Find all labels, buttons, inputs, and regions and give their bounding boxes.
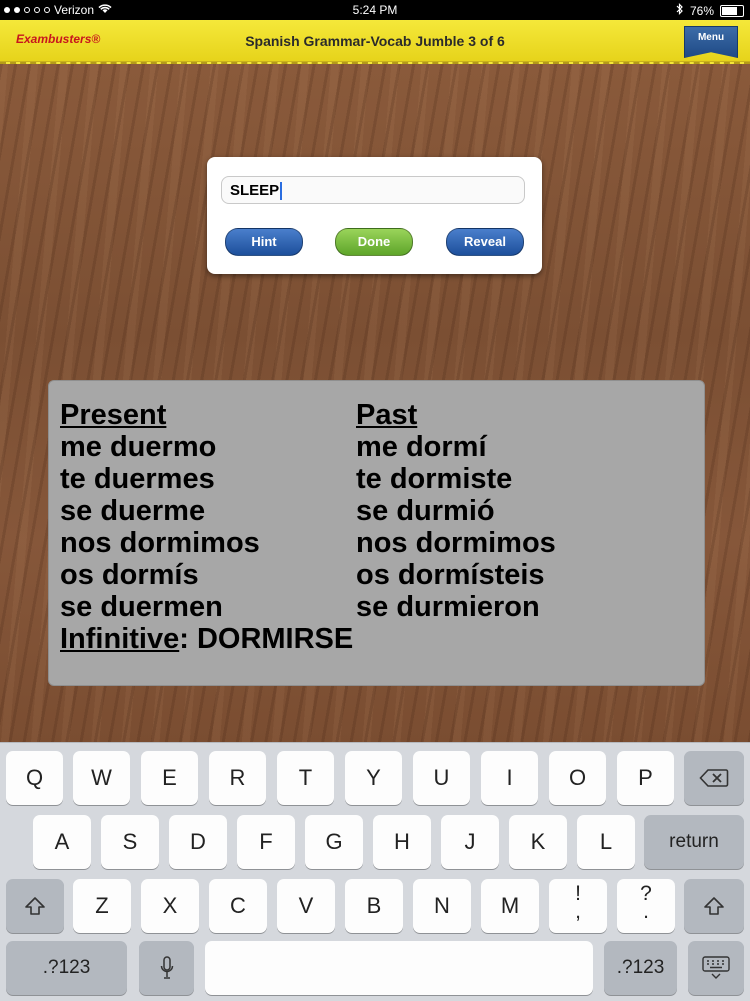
- key-p[interactable]: P: [617, 751, 674, 805]
- key-n[interactable]: N: [413, 879, 471, 933]
- past-form: se durmieron: [356, 591, 540, 623]
- answer-input[interactable]: SLEEP: [221, 176, 525, 204]
- space-bar[interactable]: [205, 941, 593, 995]
- present-column: Present me duermo te duermes se duerme n…: [60, 399, 353, 655]
- battery-icon: [720, 4, 744, 17]
- infinitive-value: : DORMIRSE: [179, 623, 354, 655]
- key-k[interactable]: K: [509, 815, 567, 869]
- key-h[interactable]: H: [373, 815, 431, 869]
- microphone-icon: [160, 956, 173, 979]
- hint-button[interactable]: Hint: [225, 228, 303, 256]
- key-g[interactable]: G: [305, 815, 363, 869]
- bluetooth-icon: [676, 3, 684, 18]
- key-b[interactable]: B: [345, 879, 403, 933]
- status-time: 5:24 PM: [352, 3, 398, 17]
- app-header: Exambusters® Spanish Grammar-Vocab Jumbl…: [0, 20, 750, 64]
- past-form: nos dormimos: [356, 527, 556, 559]
- present-form: me duermo: [60, 431, 217, 463]
- key-s[interactable]: S: [101, 815, 159, 869]
- key-exclamation-comma[interactable]: !,: [549, 879, 607, 933]
- key-w[interactable]: W: [73, 751, 130, 805]
- keyboard-dismiss-icon: [702, 956, 730, 979]
- key-j[interactable]: J: [441, 815, 499, 869]
- key-r[interactable]: R: [209, 751, 266, 805]
- infinitive-line: Infinitive: DORMIRSE: [60, 623, 353, 655]
- numbers-key-left[interactable]: .?123: [6, 941, 127, 995]
- shift-key-right[interactable]: [684, 879, 744, 933]
- past-header: Past: [356, 399, 418, 431]
- status-bar: Verizon 5:24 PM 76%: [0, 0, 750, 20]
- past-form: te dormiste: [356, 463, 513, 495]
- infinitive-label: Infinitive: [60, 623, 180, 655]
- past-form: os dormísteis: [356, 559, 545, 591]
- key-secondary-char: .: [643, 900, 649, 923]
- key-secondary-char: ,: [575, 900, 581, 923]
- answer-text: SLEEP: [230, 182, 280, 199]
- battery-percent: 76%: [689, 3, 714, 18]
- hide-keyboard-key[interactable]: [688, 941, 744, 995]
- key-u[interactable]: U: [413, 751, 470, 805]
- key-v[interactable]: V: [277, 879, 335, 933]
- past-form: me dormí: [356, 431, 487, 463]
- present-form: nos dormimos: [60, 527, 260, 559]
- key-z[interactable]: Z: [73, 879, 131, 933]
- key-question-period[interactable]: ?.: [617, 879, 675, 933]
- key-l[interactable]: L: [577, 815, 635, 869]
- key-a[interactable]: A: [33, 815, 91, 869]
- key-q[interactable]: Q: [6, 751, 63, 805]
- shift-icon: [704, 897, 724, 915]
- key-d[interactable]: D: [169, 815, 227, 869]
- present-form: os dormís: [60, 559, 199, 591]
- key-e[interactable]: E: [141, 751, 198, 805]
- present-header: Present: [60, 399, 167, 431]
- key-o[interactable]: O: [549, 751, 606, 805]
- dictation-key[interactable]: [139, 941, 194, 995]
- key-f[interactable]: F: [237, 815, 295, 869]
- reveal-button[interactable]: Reveal: [446, 228, 524, 256]
- page-title: Spanish Grammar-Vocab Jumble 3 of 6: [245, 33, 505, 49]
- key-t[interactable]: T: [277, 751, 334, 805]
- key-i[interactable]: I: [481, 751, 538, 805]
- menu-button[interactable]: Menu: [684, 26, 738, 58]
- backspace-key[interactable]: [684, 751, 744, 805]
- past-column: Past me dormí te dormiste se durmió nos …: [356, 399, 556, 623]
- done-button[interactable]: Done: [335, 228, 413, 256]
- conjugation-card: Present me duermo te duermes se duerme n…: [48, 380, 705, 686]
- present-form: te duermes: [60, 463, 215, 495]
- past-form: se durmió: [356, 495, 495, 527]
- status-right: 76%: [676, 3, 744, 18]
- key-c[interactable]: C: [209, 879, 267, 933]
- shift-key-left[interactable]: [6, 879, 64, 933]
- present-form: se duerme: [60, 495, 206, 527]
- text-caret: [280, 182, 283, 201]
- present-form: se duermen: [60, 591, 223, 623]
- onscreen-keyboard: Q W E R T Y U I O P A S D F G H J K L re…: [0, 742, 750, 1001]
- key-y[interactable]: Y: [345, 751, 402, 805]
- return-key[interactable]: return: [644, 815, 744, 869]
- backspace-icon: [699, 769, 729, 787]
- key-x[interactable]: X: [141, 879, 199, 933]
- numbers-key-right[interactable]: .?123: [604, 941, 677, 995]
- key-m[interactable]: M: [481, 879, 539, 933]
- shift-icon: [25, 897, 45, 915]
- answer-panel: SLEEP Hint Done Reveal: [207, 157, 542, 274]
